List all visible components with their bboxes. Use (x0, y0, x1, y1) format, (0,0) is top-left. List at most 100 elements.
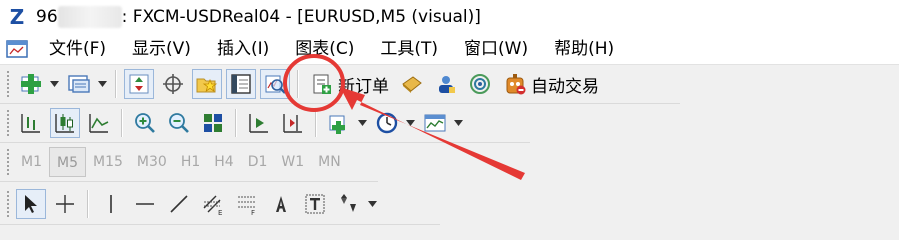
timeframe-h1[interactable]: H1 (174, 147, 207, 177)
chevron-down-icon (49, 81, 59, 87)
window-title: : FXCM-USDReal04 - [EURUSD,M5 (visual)] (121, 7, 481, 27)
cursor-button[interactable] (16, 189, 46, 219)
signal-radar-icon (470, 74, 490, 94)
indicators-dropdown[interactable] (356, 108, 368, 138)
fibonacci-button[interactable]: F (232, 189, 262, 219)
navigator-button[interactable] (192, 69, 222, 99)
market-watch-button[interactable] (124, 69, 154, 99)
profiles-icon (68, 75, 90, 93)
vertical-line-icon (110, 195, 112, 213)
timeframe-m5[interactable]: M5 (49, 147, 86, 177)
chevron-down-icon (453, 120, 463, 126)
new-chart-dropdown[interactable] (48, 69, 60, 99)
market-watch-icon (129, 74, 149, 94)
menu-file[interactable]: 文件(F) (36, 35, 119, 63)
mql5-market-button[interactable] (465, 69, 495, 99)
toolbar-grip[interactable] (6, 148, 10, 176)
timeframe-m30[interactable]: M30 (130, 147, 174, 177)
new-chart-button[interactable] (16, 69, 46, 99)
auto-scroll-button[interactable] (244, 108, 274, 138)
timeframe-h4[interactable]: H4 (207, 147, 240, 177)
tile-windows-button[interactable] (198, 108, 228, 138)
title-bar: Z 96 : FXCM-USDReal04 - [EURUSD,M5 (visu… (0, 0, 899, 34)
equidistant-channel-button[interactable]: E (198, 189, 228, 219)
line-chart-icon (89, 114, 109, 133)
zoom-out-button[interactable] (164, 108, 194, 138)
toolbar-separator (121, 109, 123, 137)
book-icon (402, 76, 422, 93)
crosshair-button[interactable] (50, 189, 80, 219)
text-button[interactable] (266, 189, 296, 219)
title-account-prefix: 96 (36, 7, 58, 27)
arrows-icon (341, 194, 356, 212)
periodicity-toolbar: M1 M5 M15 M30 H1 H4 D1 W1 MN (0, 143, 378, 182)
toolbar-grip[interactable] (6, 70, 10, 98)
fibonacci-icon: F (238, 196, 256, 216)
chevron-down-icon (357, 120, 367, 126)
signals-button[interactable] (431, 69, 461, 99)
indicators-button[interactable] (324, 108, 354, 138)
add-indicator-icon (329, 115, 345, 134)
zoom-out-icon (169, 113, 189, 133)
menu-view[interactable]: 显示(V) (119, 35, 204, 63)
text-label-button[interactable] (300, 189, 330, 219)
chart-shift-icon (283, 114, 302, 133)
terminal-window-icon (231, 74, 251, 94)
toolbar-separator (315, 109, 317, 137)
menu-charts[interactable]: 图表(C) (282, 35, 367, 63)
zoom-in-button[interactable] (130, 108, 160, 138)
svg-text:F: F (251, 209, 255, 216)
timeframe-mn[interactable]: MN (311, 147, 348, 177)
menu-help[interactable]: 帮助(H) (541, 35, 627, 63)
tile-grid-icon (204, 114, 222, 132)
strategy-tester-button[interactable] (260, 69, 290, 99)
arrows-button[interactable] (334, 189, 364, 219)
menu-insert[interactable]: 插入(I) (204, 35, 282, 63)
data-window-button[interactable] (158, 69, 188, 99)
horizontal-line-icon (136, 203, 154, 205)
zoom-in-icon (135, 113, 155, 133)
templates-dropdown[interactable] (452, 108, 464, 138)
timeframe-m15[interactable]: M15 (86, 147, 130, 177)
chevron-down-icon (405, 120, 415, 126)
trendline-button[interactable] (164, 189, 194, 219)
menu-tools[interactable]: 工具(T) (367, 35, 451, 63)
text-label-icon (305, 194, 325, 214)
candlestick-button[interactable] (50, 108, 80, 138)
auto-trading-button[interactable]: 自动交易 (499, 68, 603, 100)
metaeditor-button[interactable] (397, 69, 427, 99)
menu-window[interactable]: 窗口(W) (451, 35, 541, 63)
toolbar-grip[interactable] (6, 190, 10, 218)
chart-window-icon[interactable] (6, 39, 28, 59)
new-order-icon (313, 74, 331, 94)
periods-dropdown[interactable] (404, 108, 416, 138)
chart-shift-button[interactable] (278, 108, 308, 138)
auto-trading-icon (506, 74, 526, 95)
crosshair-target-icon (163, 74, 183, 94)
new-order-button[interactable]: 新订单 (306, 68, 393, 100)
timeframe-d1[interactable]: D1 (241, 147, 275, 177)
profiles-button[interactable] (64, 69, 94, 99)
channel-icon: E (203, 195, 222, 216)
periods-button[interactable] (372, 108, 402, 138)
line-chart-button[interactable] (84, 108, 114, 138)
auto-trading-label: 自动交易 (531, 76, 599, 97)
timeframe-m1[interactable]: M1 (14, 147, 49, 177)
terminal-button[interactable] (226, 69, 256, 99)
cursor-arrow-icon (25, 195, 37, 213)
vertical-line-button[interactable] (96, 189, 126, 219)
timeframe-w1[interactable]: W1 (274, 147, 311, 177)
trendline-icon (170, 195, 188, 213)
redacted-account-number (57, 6, 122, 28)
templates-button[interactable] (420, 108, 450, 138)
arrows-dropdown[interactable] (366, 189, 378, 219)
strategy-tester-icon (265, 75, 286, 94)
clock-icon (376, 112, 398, 134)
auto-scroll-icon (249, 114, 268, 133)
folder-star-icon (196, 78, 218, 93)
bar-chart-button[interactable] (16, 108, 46, 138)
chevron-down-icon (367, 201, 377, 207)
horizontal-line-button[interactable] (130, 189, 160, 219)
profiles-dropdown[interactable] (96, 69, 108, 99)
toolbar-grip[interactable] (6, 109, 10, 137)
